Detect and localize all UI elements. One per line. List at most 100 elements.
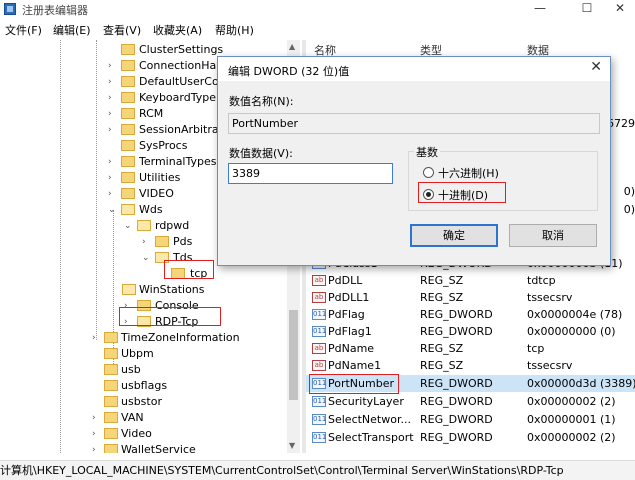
- expand-chevron-icon[interactable]: ›: [108, 170, 112, 186]
- dword-value-icon: 011: [312, 396, 327, 407]
- highlight-port-number: [309, 374, 399, 394]
- string-value-icon: ab: [312, 275, 326, 286]
- registry-editor-icon: [4, 3, 16, 15]
- folder-icon: [121, 60, 135, 71]
- status-bar: 计算机\HKEY_LOCAL_MACHINE\SYSTEM\CurrentCon…: [0, 460, 635, 480]
- value-row[interactable]: ab PdName REG_SZ tcp: [306, 340, 635, 357]
- tree-guide-line: [113, 210, 114, 370]
- dword-value-icon: 011: [312, 309, 327, 320]
- tree-item-label: TerminalTypes: [139, 155, 217, 168]
- tree-item-label: usbstor: [121, 395, 162, 408]
- scrollbar-thumb[interactable]: [289, 310, 298, 400]
- value-row[interactable]: 011 PdFlag1 REG_DWORD 0x00000000 (0): [306, 323, 635, 340]
- string-value-icon: ab: [312, 343, 326, 354]
- menu-view[interactable]: 查看(V): [103, 22, 141, 38]
- expand-chevron-icon[interactable]: ›: [92, 442, 96, 453]
- tree-item-label: VAN: [121, 411, 144, 424]
- collapse-chevron-icon[interactable]: ⌄: [124, 218, 132, 234]
- value-type: REG_DWORD: [420, 431, 493, 444]
- value-row[interactable]: 011 SecurityLayer REG_DWORD 0x00000002 (…: [306, 393, 635, 410]
- value-data-label: 数值数据(V):: [229, 147, 293, 160]
- dword-value-icon: 011: [312, 414, 327, 425]
- folder-icon: [121, 140, 135, 151]
- value-row[interactable]: ab PdName1 REG_SZ tssecsrv: [306, 357, 635, 374]
- tree-item-label: Utilities: [139, 171, 181, 184]
- expand-chevron-icon[interactable]: ›: [108, 186, 112, 202]
- base-label: 基数: [414, 144, 440, 160]
- expand-chevron-icon[interactable]: ›: [108, 106, 112, 122]
- menu-edit[interactable]: 编辑(E): [53, 22, 91, 38]
- menu-bar: 文件(F) 编辑(E) 查看(V) 收藏夹(A) 帮助(H): [0, 20, 635, 38]
- tree-item-label: TimeZoneInformation: [121, 331, 240, 344]
- collapse-chevron-icon[interactable]: ⌄: [108, 202, 116, 218]
- value-row[interactable]: ab PdDLL1 REG_SZ tssecsrv: [306, 289, 635, 306]
- tree-item-label: rdpwd: [155, 219, 190, 232]
- value-type: REG_SZ: [420, 291, 464, 304]
- value-type: REG_SZ: [420, 274, 464, 287]
- value-data: tcp: [527, 342, 545, 355]
- folder-icon: [104, 396, 118, 407]
- string-value-icon: ab: [312, 292, 326, 303]
- menu-file[interactable]: 文件(F): [5, 22, 42, 38]
- hex-label[interactable]: 十六进制(H): [438, 165, 499, 181]
- folder-icon: [121, 76, 135, 87]
- close-button[interactable]: ✕: [600, 0, 635, 18]
- tree-item-label: KeyboardType: [139, 91, 216, 104]
- hex-radio[interactable]: [423, 167, 434, 178]
- dialog-close-icon[interactable]: ✕: [590, 59, 602, 75]
- value-type: REG_DWORD: [420, 395, 493, 408]
- folder-icon: [104, 332, 118, 343]
- open-folder-icon: [137, 220, 151, 231]
- expand-chevron-icon[interactable]: ›: [108, 74, 112, 90]
- value-row[interactable]: ab PdDLL REG_SZ tdtcp: [306, 272, 635, 289]
- scroll-up-arrow-icon[interactable]: ▲: [289, 42, 295, 51]
- open-folder-icon: [121, 204, 135, 215]
- expand-chevron-icon[interactable]: ›: [92, 330, 96, 346]
- value-row[interactable]: 011 SelectTransport REG_DWORD 0x00000002…: [306, 429, 635, 446]
- value-data-input[interactable]: 3389: [228, 163, 393, 184]
- value-name: PdDLL1: [328, 291, 370, 304]
- menu-help[interactable]: 帮助(H): [215, 22, 254, 38]
- folder-icon: [121, 92, 135, 103]
- value-name: SecurityLayer: [328, 395, 404, 408]
- folder-icon: [104, 428, 118, 439]
- collapse-chevron-icon[interactable]: ⌄: [142, 250, 150, 266]
- value-row[interactable]: 011 PdFlag REG_DWORD 0x0000004e (78): [306, 306, 635, 323]
- expand-chevron-icon[interactable]: ›: [92, 410, 96, 426]
- value-row[interactable]: 011 SelectNetwor... REG_DWORD 0x00000001…: [306, 411, 635, 428]
- tree-guide-line: [60, 40, 61, 453]
- expand-chevron-icon[interactable]: ›: [108, 154, 112, 170]
- minimize-button[interactable]: —: [520, 0, 560, 18]
- expand-chevron-icon[interactable]: ›: [108, 58, 112, 74]
- value-name-field[interactable]: PortNumber: [228, 113, 600, 134]
- menu-favorites[interactable]: 收藏夹(A): [153, 22, 202, 38]
- cancel-button[interactable]: 取消: [509, 224, 597, 247]
- folder-icon: [121, 44, 135, 55]
- ok-button[interactable]: 确定: [410, 224, 498, 247]
- dword-value-icon: 011: [312, 432, 327, 443]
- tree-item-label: Pds: [173, 235, 193, 248]
- folder-icon: [155, 236, 169, 247]
- value-type: REG_DWORD: [420, 308, 493, 321]
- folder-icon: [104, 412, 118, 423]
- expand-chevron-icon[interactable]: ›: [108, 90, 112, 106]
- tree-item-label: ConnectionHar: [139, 59, 221, 72]
- dialog-body: 数值名称(N): PortNumber 数值数据(V): 3389 基数 十六进…: [218, 81, 610, 265]
- highlight-tcp: [164, 260, 214, 279]
- value-data: 0x0000004e (78): [527, 308, 623, 321]
- tree-item-label: WinStations: [139, 283, 205, 296]
- folder-icon: [104, 444, 118, 453]
- value-name: PdFlag: [328, 308, 365, 321]
- value-name-label: 数值名称(N):: [229, 95, 294, 108]
- value-name: SelectTransport: [328, 431, 414, 444]
- edit-dword-dialog: 编辑 DWORD (32 位)值 ✕ 数值名称(N): PortNumber 数…: [217, 56, 611, 266]
- folder-icon: [121, 108, 135, 119]
- string-value-icon: ab: [312, 360, 326, 371]
- open-folder-icon: [122, 284, 136, 295]
- value-name: PdName: [328, 342, 375, 355]
- expand-chevron-icon[interactable]: ›: [108, 122, 112, 138]
- value-data: 0x00000002 (2): [527, 431, 616, 444]
- scroll-down-arrow-icon[interactable]: ▼: [289, 441, 295, 450]
- expand-chevron-icon[interactable]: ›: [92, 426, 96, 442]
- expand-chevron-icon[interactable]: ›: [142, 234, 146, 250]
